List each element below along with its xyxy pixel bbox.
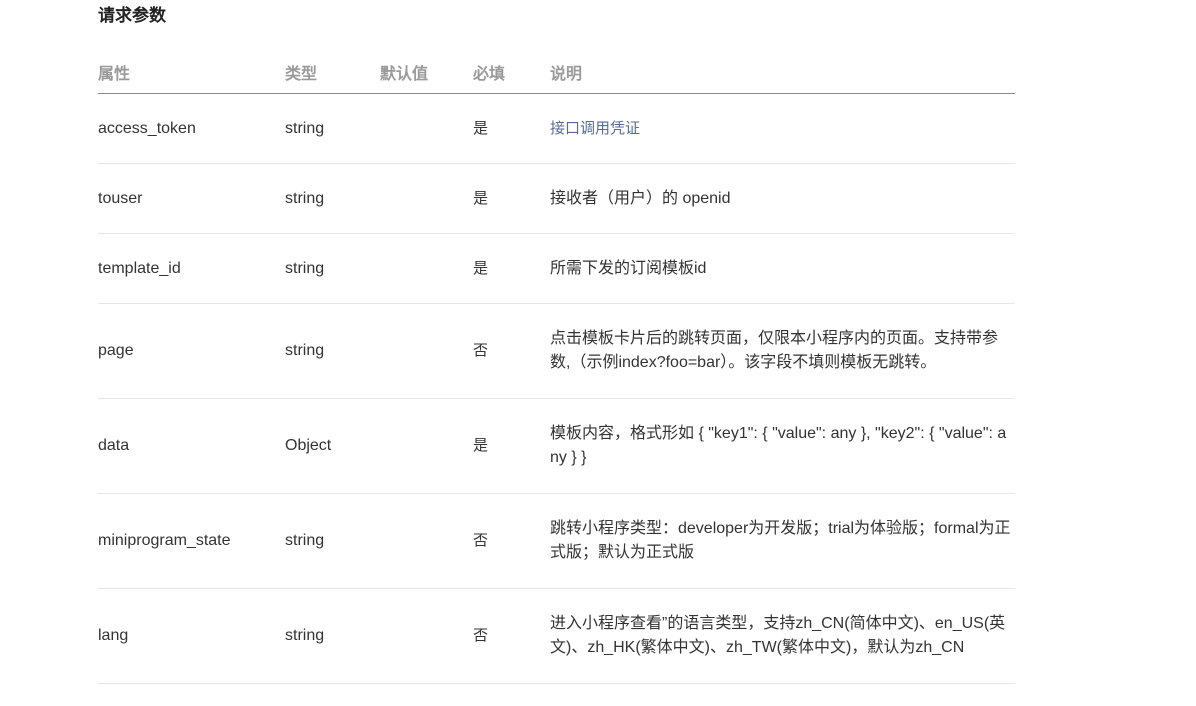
param-type: Object — [285, 398, 380, 494]
table-header-row: 属性 类型 默认值 必填 说明 — [98, 50, 1015, 94]
table-row: access_token string 是 接口调用凭证 — [98, 93, 1015, 164]
header-type: 类型 — [285, 50, 380, 94]
param-type: string — [285, 163, 380, 234]
table-row: data Object 是 模板内容，格式形如 { "key1": { "val… — [98, 398, 1015, 494]
param-name: data — [98, 398, 285, 494]
param-required: 否 — [473, 493, 550, 589]
param-name: access_token — [98, 93, 285, 164]
params-table: 属性 类型 默认值 必填 说明 access_token string 是 接口… — [98, 50, 1015, 684]
param-type: string — [285, 588, 380, 684]
param-name: miniprogram_state — [98, 493, 285, 589]
param-required: 是 — [473, 93, 550, 164]
param-description: 跳转小程序类型：developer为开发版；trial为体验版；formal为正… — [550, 493, 1015, 589]
param-name: lang — [98, 588, 285, 684]
param-name: page — [98, 303, 285, 399]
param-description: 模板内容，格式形如 { "key1": { "value": any }, "k… — [550, 398, 1015, 494]
param-default — [380, 398, 473, 494]
table-row: lang string 否 进入小程序查看”的语言类型，支持zh_CN(简体中文… — [98, 588, 1015, 684]
param-required: 是 — [473, 398, 550, 494]
param-type: string — [285, 93, 380, 164]
param-description: 点击模板卡片后的跳转页面，仅限本小程序内的页面。支持带参数,（示例index?f… — [550, 303, 1015, 399]
param-default — [380, 588, 473, 684]
param-required: 否 — [473, 303, 550, 399]
header-default: 默认值 — [380, 50, 473, 94]
header-description: 说明 — [550, 50, 1015, 94]
param-type: string — [285, 303, 380, 399]
header-name: 属性 — [98, 50, 285, 94]
param-default — [380, 303, 473, 399]
param-description: 进入小程序查看”的语言类型，支持zh_CN(简体中文)、en_US(英文)、zh… — [550, 588, 1015, 684]
param-description: 接收者（用户）的 openid — [550, 163, 1015, 234]
param-required: 是 — [473, 233, 550, 304]
param-type: string — [285, 493, 380, 589]
param-required: 否 — [473, 588, 550, 684]
header-required: 必填 — [473, 50, 550, 94]
param-default — [380, 93, 473, 164]
param-description: 所需下发的订阅模板id — [550, 233, 1015, 304]
param-type: string — [285, 233, 380, 304]
table-row: miniprogram_state string 否 跳转小程序类型：devel… — [98, 493, 1015, 589]
param-name: template_id — [98, 233, 285, 304]
param-default — [380, 233, 473, 304]
param-description: 接口调用凭证 — [550, 93, 1015, 164]
table-row: page string 否 点击模板卡片后的跳转页面，仅限本小程序内的页面。支持… — [98, 303, 1015, 399]
table-row: touser string 是 接收者（用户）的 openid — [98, 163, 1015, 234]
section-title: 请求参数 — [98, 6, 166, 25]
param-required: 是 — [473, 163, 550, 234]
param-description-link[interactable]: 接口调用凭证 — [550, 120, 640, 137]
table-row: template_id string 是 所需下发的订阅模板id — [98, 233, 1015, 304]
param-default — [380, 163, 473, 234]
param-default — [380, 493, 473, 589]
param-name: touser — [98, 163, 285, 234]
